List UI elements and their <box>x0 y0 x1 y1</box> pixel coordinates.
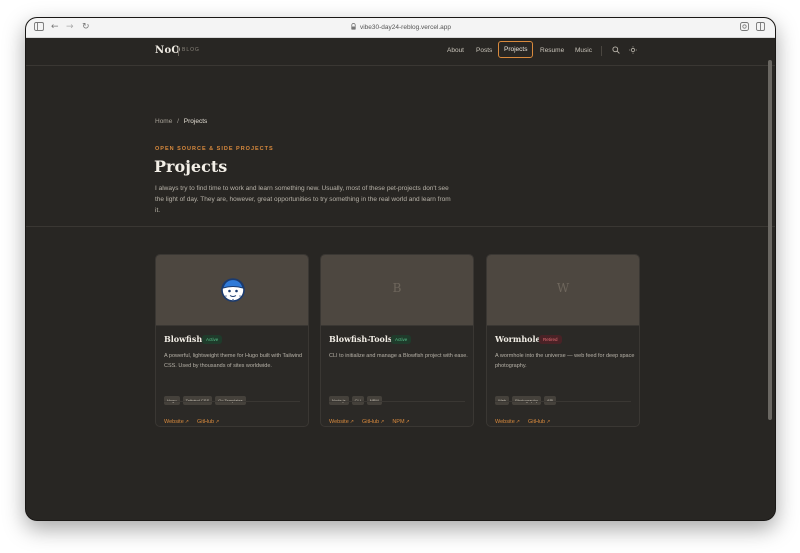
nav-separator <box>601 46 602 56</box>
external-link-icon: ↗ <box>546 419 551 425</box>
card-divider <box>495 401 631 402</box>
shield-icon[interactable] <box>740 22 749 35</box>
address-bar[interactable]: vibe30-day24-reblog.vercel.app <box>26 23 775 31</box>
tag-list: WebPhotographyAPI <box>495 387 559 406</box>
thumbnail-letter: W <box>556 281 570 295</box>
project-description: CLI to initialize and manage a Blowfish … <box>329 353 468 359</box>
theme-toggle-icon[interactable] <box>629 46 637 56</box>
website-link[interactable]: Website↗ <box>495 419 520 425</box>
project-description: A wormhole into the universe — web feed … <box>495 353 635 369</box>
browser-toolbar: ← → ↻ vibe30-day24-reblog.vercel.app <box>26 18 775 38</box>
breadcrumb-current: Projects <box>183 118 208 125</box>
section-eyebrow: OPEN SOURCE & SIDE PROJECTS <box>155 146 274 152</box>
site-header: NoO BLOG About Posts Projects Resume Mus… <box>26 38 775 66</box>
page-title: Projects <box>154 157 228 176</box>
nav-music[interactable]: Music <box>575 47 592 54</box>
nav-about[interactable]: About <box>447 47 464 54</box>
page-viewport: NoO BLOG About Posts Projects Resume Mus… <box>26 38 775 520</box>
status-badge: Active <box>202 335 223 344</box>
project-thumbnail <box>156 255 308 326</box>
status-badge: Retired <box>539 335 562 344</box>
project-card-blowfish[interactable]: Blowfish Active A powerful, lightweight … <box>155 254 309 427</box>
project-title[interactable]: Blowfish <box>164 334 202 344</box>
status-badge: Active <box>391 335 412 344</box>
external-link-icon: ↗ <box>184 419 189 425</box>
site-logo[interactable]: NoO <box>155 45 180 56</box>
project-title[interactable]: Wormhole <box>495 334 541 344</box>
website-link[interactable]: Website↗ <box>329 419 354 425</box>
nav-resume[interactable]: Resume <box>540 47 564 54</box>
tabs-icon[interactable] <box>756 22 765 35</box>
npm-link[interactable]: NPM↗ <box>392 419 409 425</box>
github-link[interactable]: GitHub↗ <box>362 419 384 425</box>
tag-list: HugoTailwind CSSGo Templates <box>164 387 249 406</box>
tag-list: Node.jsCLINPM <box>329 387 385 406</box>
nav-projects[interactable]: Projects <box>498 41 534 58</box>
blowfish-logo <box>221 278 245 302</box>
github-link[interactable]: GitHub↗ <box>528 419 550 425</box>
external-link-icon: ↗ <box>380 419 385 425</box>
card-divider <box>329 401 465 402</box>
logo-separator <box>178 46 179 56</box>
browser-window: ← → ↻ vibe30-day24-reblog.vercel.app NoO… <box>25 17 776 521</box>
external-link-icon: ↗ <box>215 419 220 425</box>
project-links: Website↗ GitHub↗ <box>164 408 227 426</box>
project-thumbnail: W <box>487 255 639 326</box>
website-link[interactable]: Website↗ <box>164 419 189 425</box>
external-link-icon: ↗ <box>349 419 354 425</box>
github-link[interactable]: GitHub↗ <box>197 419 219 425</box>
project-title[interactable]: Blowfish-Tools <box>329 334 392 344</box>
project-links: Website↗ GitHub↗ <box>495 408 558 426</box>
project-links: Website↗ GitHub↗ NPM↗ <box>329 408 418 426</box>
project-card-wormhole[interactable]: W Wormhole Retired A wormhole into the u… <box>486 254 640 427</box>
card-divider <box>164 401 300 402</box>
project-thumbnail: B <box>321 255 473 326</box>
logo-tagline: BLOG <box>182 47 200 53</box>
nav-posts[interactable]: Posts <box>476 47 492 54</box>
thumbnail-letter: B <box>392 281 402 295</box>
project-description: A powerful, lightweight theme for Hugo b… <box>164 353 303 369</box>
breadcrumb: Home / Projects <box>155 118 207 125</box>
breadcrumb-separator: / <box>177 118 179 125</box>
external-link-icon: ↗ <box>405 419 410 425</box>
external-link-icon: ↗ <box>515 419 520 425</box>
project-card-blowfish-tools[interactable]: B Blowfish-Tools Active CLI to initializ… <box>320 254 474 427</box>
scrollbar[interactable] <box>768 60 772 420</box>
section-divider <box>26 226 775 227</box>
breadcrumb-home[interactable]: Home <box>155 118 172 125</box>
url-text: vibe30-day24-reblog.vercel.app <box>359 24 452 31</box>
page-intro: I always try to find time to work and le… <box>155 185 451 214</box>
lock-icon <box>351 23 356 30</box>
search-icon[interactable] <box>612 46 620 56</box>
